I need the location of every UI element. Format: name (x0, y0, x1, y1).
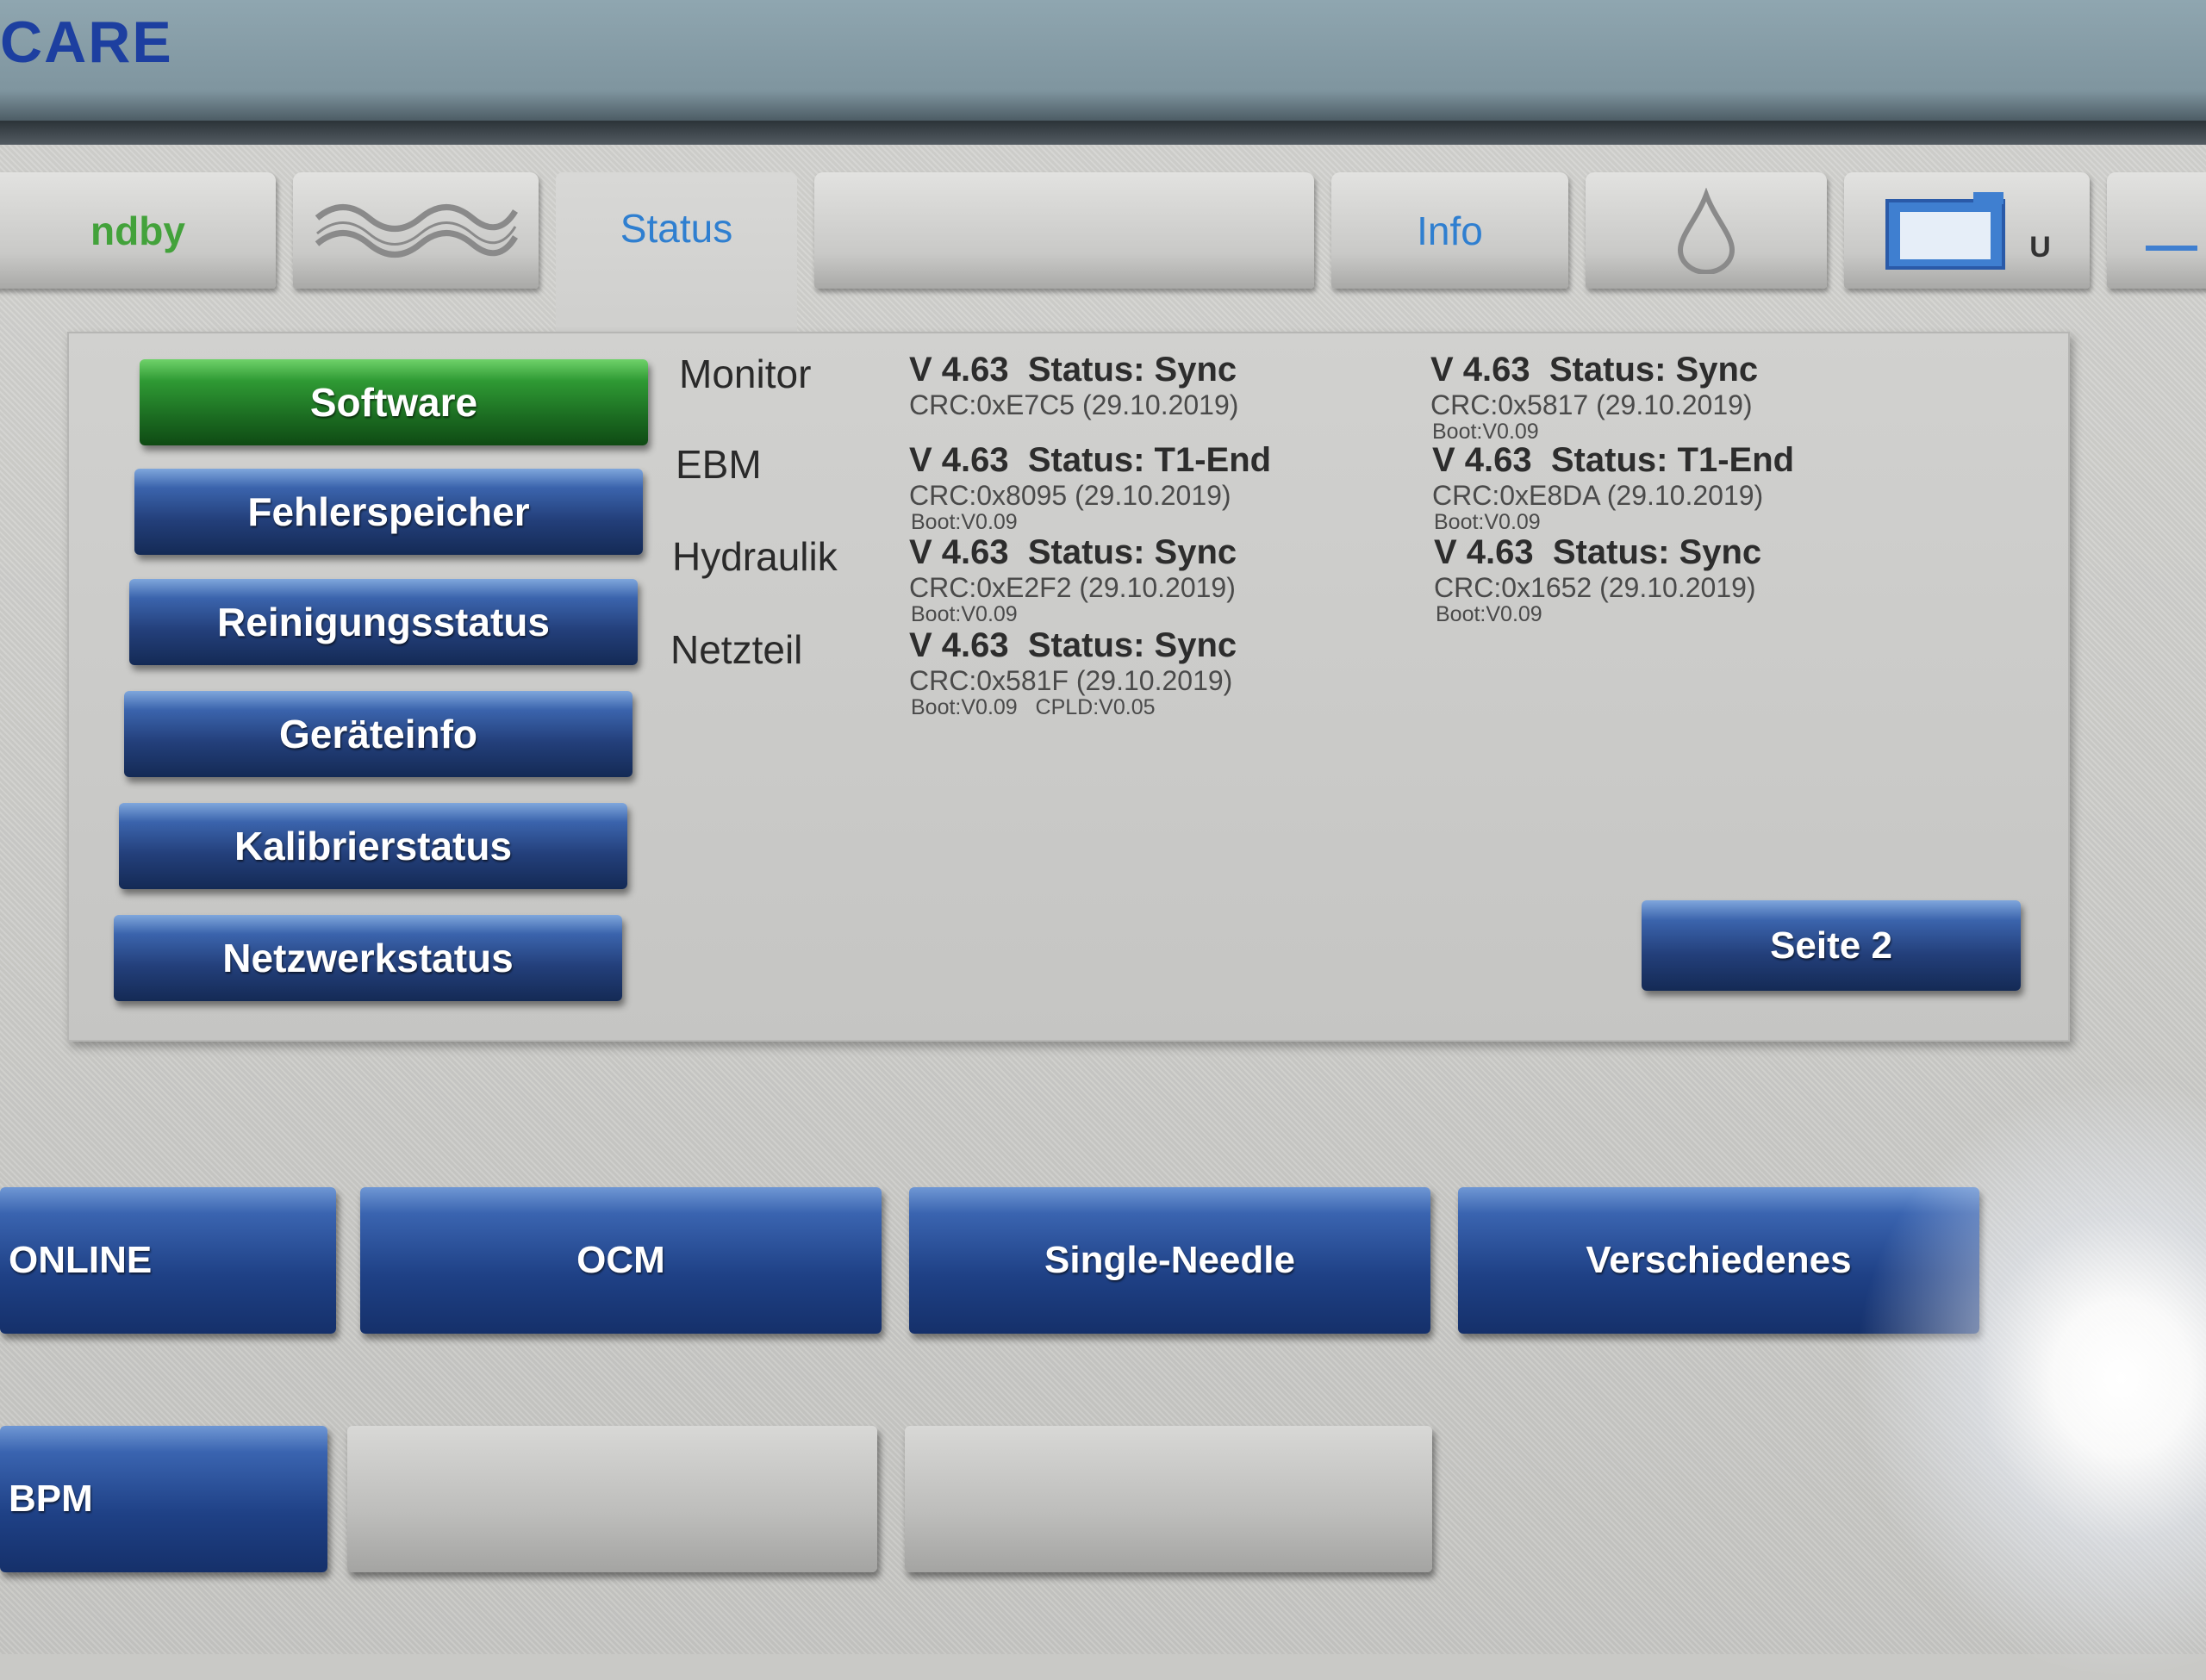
tab-extra-marker (2146, 245, 2197, 251)
module-label-monitor: Monitor (679, 352, 812, 396)
netzteil-version-a: V 4.63 Status: Sync (909, 626, 1237, 664)
empty-button-2[interactable] (905, 1426, 1432, 1572)
tab-empty[interactable] (814, 172, 1314, 289)
monitor-crc-a: CRC:0xE7C5 (29.10.2019) (909, 389, 1239, 420)
verschiedenes-button[interactable]: Verschiedenes (1458, 1187, 1979, 1334)
ocm-button[interactable]: OCM (360, 1187, 882, 1334)
monitor-version-a: V 4.63 Status: Sync (909, 351, 1237, 389)
monitor-version-b: V 4.63 Status: Sync (1430, 351, 1759, 389)
sidebar-item-software[interactable]: Software (140, 359, 648, 445)
module-label-ebm: EBM (676, 442, 762, 487)
online-button[interactable]: ONLINE (0, 1187, 336, 1334)
netzteil-boot-a: Boot:V0.09 CPLD:V0.05 (911, 695, 1156, 719)
ebm-crc-a: CRC:0x8095 (29.10.2019) (909, 480, 1231, 511)
netzteil-crc-a: CRC:0x581F (29.10.2019) (909, 665, 1233, 696)
hydraulik-boot-b: Boot:V0.09 (1436, 602, 1542, 626)
display-icon (1885, 191, 2006, 270)
hydraulik-version-a: V 4.63 Status: Sync (909, 533, 1237, 571)
empty-button-1[interactable] (347, 1426, 877, 1572)
ebm-version-b: V 4.63 Status: T1-End (1432, 441, 1795, 479)
ebm-version-a: V 4.63 Status: T1-End (909, 441, 1272, 479)
tab-standby-label: ndby (90, 208, 185, 253)
monitor-crc-b: CRC:0x5817 (29.10.2019) (1430, 389, 1753, 420)
ebm-boot-a: Boot:V0.09 (911, 510, 1018, 534)
ebm-boot-b: Boot:V0.09 (1434, 510, 1541, 534)
sidebar-item-reinigungsstatus[interactable]: Reinigungsstatus (129, 579, 638, 665)
tab-status-label: Status (620, 206, 733, 251)
hydraulik-crc-a: CRC:0xE2F2 (29.10.2019) (909, 572, 1236, 603)
sidebar-item-geraeteinfo[interactable]: Geräteinfo (124, 691, 633, 777)
tab-display[interactable]: U (1844, 172, 2090, 289)
bpm-button[interactable]: BPM (0, 1426, 327, 1572)
tab-standby[interactable]: ndby (0, 172, 276, 289)
tab-status[interactable]: Status (556, 172, 797, 336)
hydraulik-boot-a: Boot:V0.09 (911, 602, 1018, 626)
tab-info-label: Info (1417, 208, 1483, 253)
single-needle-button[interactable]: Single-Needle (909, 1187, 1430, 1334)
tab-extra[interactable] (2107, 172, 2206, 289)
tab-display-label: U (2029, 231, 2051, 264)
wave-icon (315, 203, 518, 258)
next-page-button[interactable]: Seite 2 (1642, 900, 2021, 991)
module-label-netzteil: Netzteil (670, 627, 803, 672)
tab-fluid[interactable] (1586, 172, 1827, 289)
sidebar-item-netzwerkstatus[interactable]: Netzwerkstatus (114, 915, 622, 1001)
sidebar-item-kalibrierstatus[interactable]: Kalibrierstatus (119, 803, 627, 889)
module-label-hydraulik: Hydraulik (672, 534, 838, 579)
brand-logo: CARE (0, 9, 173, 75)
ebm-crc-b: CRC:0xE8DA (29.10.2019) (1432, 480, 1764, 511)
device-bezel: CARE (0, 0, 2206, 129)
sidebar-item-fehlerspeicher[interactable]: Fehlerspeicher (134, 469, 643, 555)
hydraulik-version-b: V 4.63 Status: Sync (1434, 533, 1762, 571)
tab-flow[interactable] (293, 172, 539, 289)
tab-info[interactable]: Info (1331, 172, 1568, 289)
hydraulik-crc-b: CRC:0x1652 (29.10.2019) (1434, 572, 1756, 603)
drop-icon (1677, 187, 1736, 274)
